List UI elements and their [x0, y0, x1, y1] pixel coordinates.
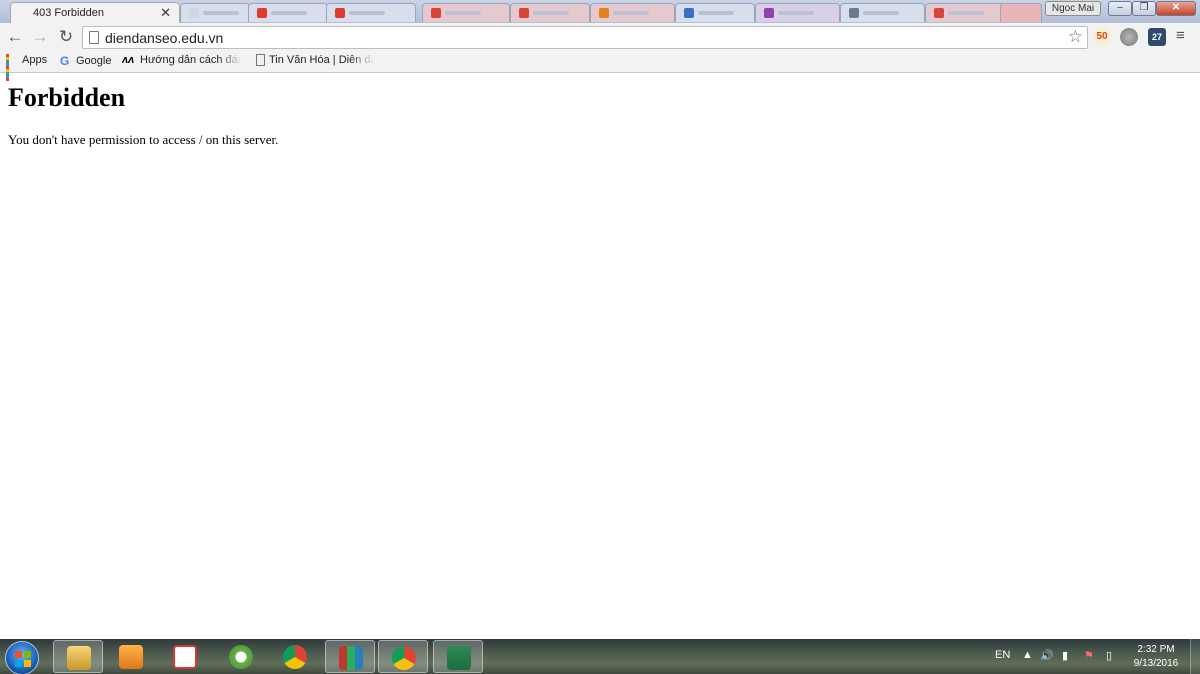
bookmark-tin-van-hoa[interactable]: Tin Văn Hóa | Diễn đà	[256, 54, 374, 70]
taskbar-unikey[interactable]	[160, 640, 210, 673]
winrar-icon	[339, 646, 363, 670]
tab-background[interactable]	[326, 3, 416, 22]
tab-background[interactable]	[510, 3, 590, 22]
tab-background[interactable]	[422, 3, 510, 22]
google-icon: G	[60, 54, 70, 68]
page-icon	[256, 54, 265, 67]
bookmark-apps[interactable]: Apps	[6, 54, 47, 82]
tab-title: 403 Forbidden	[33, 7, 104, 19]
back-button[interactable]: ←	[5, 27, 25, 47]
taskbar-chrome-active[interactable]	[378, 640, 428, 673]
page-icon	[89, 31, 99, 44]
show-hidden-icons-icon[interactable]: ▲	[1022, 649, 1033, 661]
tab-active[interactable]: 403 Forbidden ✕	[10, 2, 180, 23]
action-center-icon[interactable]: ⚑	[1084, 649, 1094, 662]
bookmarks-bar: Apps G Google ʌʌ Hướng dẫn cách đánh Tin V…	[0, 51, 1200, 82]
tab-background[interactable]	[1000, 3, 1042, 22]
taskbar-coccoc[interactable]	[216, 640, 266, 673]
minimize-button[interactable]: –	[1108, 1, 1132, 16]
tab-background[interactable]	[755, 3, 840, 22]
tab-background[interactable]	[590, 3, 675, 22]
extension-cloud-icon[interactable]	[1120, 28, 1138, 46]
browser-toolbar: ← → ↻ diendanseo.edu.vn ☆ 50 27 ≡	[0, 23, 1200, 51]
folder-icon	[67, 646, 91, 670]
tab-background[interactable]	[925, 3, 1005, 22]
taskbar-excel[interactable]	[433, 640, 483, 673]
coccoc-icon	[229, 645, 253, 669]
media-player-icon	[119, 645, 143, 669]
taskbar: EN ▲ 🔊 ▮ ⚑ ▯ 2:32 PM 9/13/2016	[0, 639, 1200, 674]
language-indicator[interactable]: EN	[995, 649, 1010, 661]
close-window-button[interactable]: ✕	[1156, 1, 1196, 16]
tab-strip: 403 Forbidden ✕ Ngoc Mai – ❐ ✕	[0, 0, 1200, 23]
forward-button[interactable]: →	[30, 27, 50, 47]
battery-icon[interactable]: ▯	[1106, 649, 1112, 662]
url-text[interactable]: diendanseo.edu.vn	[105, 30, 223, 46]
page-title: Forbidden	[8, 83, 126, 112]
extension-50-icon[interactable]: 50	[1093, 28, 1111, 46]
address-bar[interactable]: diendanseo.edu.vn ☆	[82, 26, 1088, 49]
maximize-button[interactable]: ❐	[1132, 1, 1156, 16]
tab-close-icon[interactable]: ✕	[160, 5, 171, 21]
network-icon[interactable]: ▮	[1062, 649, 1068, 662]
volume-icon[interactable]: 🔊	[1040, 649, 1054, 662]
taskbar-media-player[interactable]	[106, 640, 156, 673]
start-button[interactable]	[5, 641, 39, 674]
bookmark-star-icon[interactable]: ☆	[1068, 27, 1083, 47]
chrome-icon	[283, 645, 307, 669]
tab-background[interactable]	[248, 3, 328, 22]
reload-button[interactable]: ↻	[56, 27, 76, 47]
profile-button[interactable]: Ngoc Mai	[1045, 1, 1101, 16]
bookmark-google[interactable]: G Google	[60, 54, 111, 70]
taskbar-winrar[interactable]	[325, 640, 375, 673]
chrome-menu-icon[interactable]: ≡	[1176, 27, 1185, 44]
chrome-icon	[392, 646, 416, 670]
taskbar-chrome[interactable]	[270, 640, 320, 673]
unikey-icon	[173, 645, 197, 669]
error-message: You don't have permission to access / on…	[8, 132, 279, 147]
clock-time: 2:32 PM	[1137, 644, 1175, 655]
ahl-icon: ʌʌ	[122, 54, 135, 67]
extension-calendar-icon[interactable]: 27	[1148, 28, 1166, 46]
clock-date: 9/13/2016	[1133, 658, 1179, 669]
bookmark-huong-dan[interactable]: ʌʌ Hướng dẫn cách đánh	[122, 54, 242, 70]
tab-background[interactable]	[180, 3, 250, 22]
apps-grid-icon	[6, 54, 18, 82]
tab-background[interactable]	[675, 3, 755, 22]
system-clock[interactable]: 2:32 PM 9/13/2016	[1128, 643, 1184, 671]
taskbar-file-explorer[interactable]	[53, 640, 103, 673]
excel-icon	[447, 646, 471, 670]
windows-logo-icon	[15, 651, 31, 667]
show-desktop-button[interactable]	[1190, 639, 1200, 674]
tab-background[interactable]	[840, 3, 925, 22]
